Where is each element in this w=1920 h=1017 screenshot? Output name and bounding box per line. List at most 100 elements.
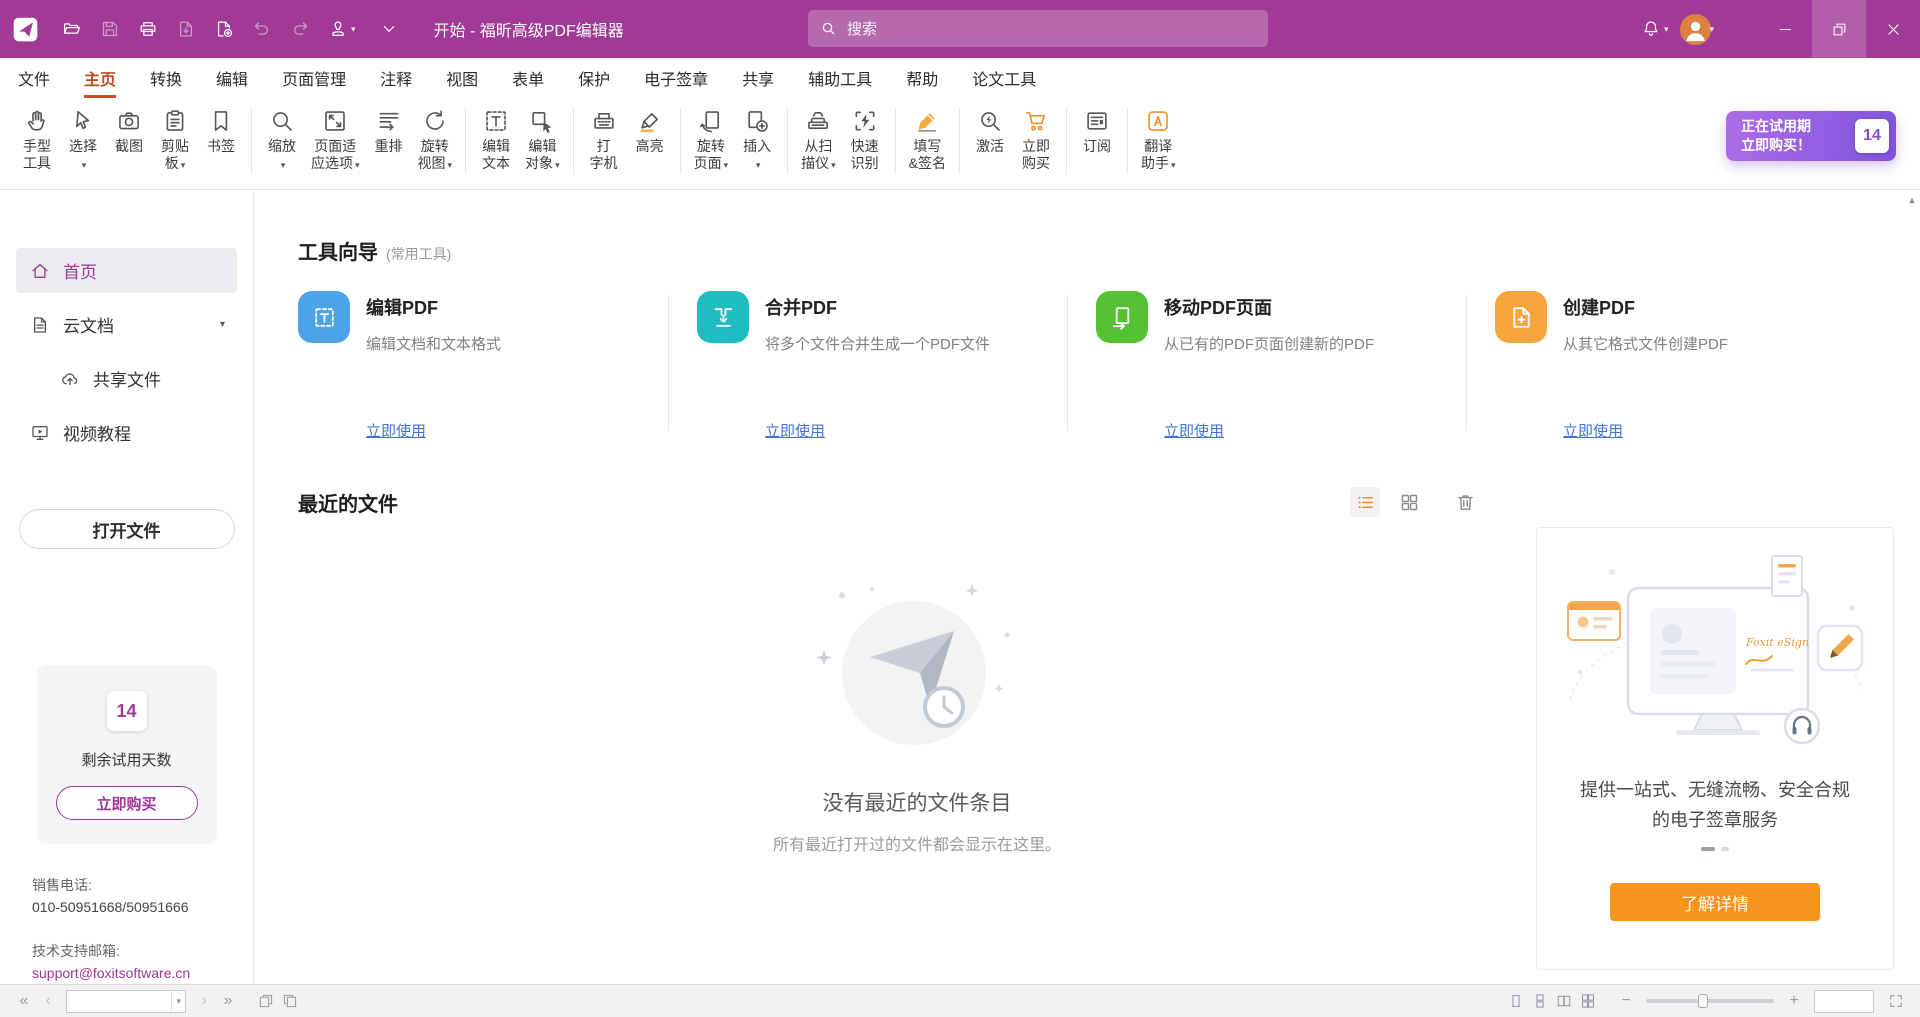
trial-buy-now-banner[interactable]: 正在试用期 立即购买！ 14: [1726, 111, 1896, 161]
undo-button[interactable]: [243, 9, 281, 49]
ribbon-hand-tool-button[interactable]: 手型 工具: [14, 106, 60, 174]
tab-help[interactable]: 帮助: [906, 58, 938, 98]
ribbon-highlight-button[interactable]: 高亮: [627, 106, 673, 157]
ribbon-typewriter-button[interactable]: 打 字机: [581, 106, 627, 174]
sidebar-item-shared-files[interactable]: 共享文件: [16, 356, 237, 401]
ribbon-buy-now-button[interactable]: 立即 购买: [1013, 106, 1059, 174]
clear-recent-button[interactable]: [1450, 487, 1480, 517]
tab-share[interactable]: 共享: [742, 58, 774, 98]
chevron-down-icon[interactable]: ▾: [351, 24, 356, 35]
ribbon-edit-object-button[interactable]: 编辑 对象▾: [519, 106, 566, 176]
esign-promo-panel: Foxit eSign: [1536, 527, 1894, 970]
fullscreen-button[interactable]: [1884, 989, 1908, 1013]
ribbon-zoom-button[interactable]: 缩放 ▾: [259, 106, 305, 176]
ribbon-separator: [895, 108, 896, 174]
print-toolbar-button[interactable]: [129, 9, 167, 49]
previous-view-button[interactable]: [254, 989, 278, 1013]
ribbon-insert-button[interactable]: 插入 ▾: [734, 106, 780, 176]
list-view-button[interactable]: [1350, 487, 1380, 517]
tab-view[interactable]: 视图: [446, 58, 478, 98]
minimize-button[interactable]: [1758, 0, 1812, 58]
export-toolbar-button[interactable]: [167, 9, 205, 49]
carousel-dot-active[interactable]: [1701, 847, 1715, 851]
tab-accessibility[interactable]: 辅助工具: [808, 58, 872, 98]
chevron-down-icon[interactable]: ▾: [1664, 24, 1669, 35]
next-page-button[interactable]: ›: [192, 989, 216, 1013]
tab-page-management[interactable]: 页面管理: [282, 58, 346, 98]
tab-protect[interactable]: 保护: [578, 58, 610, 98]
learn-more-button[interactable]: 了解详情: [1610, 883, 1820, 921]
first-page-button[interactable]: «: [12, 989, 36, 1013]
ribbon-reflow-button[interactable]: 重排: [366, 106, 412, 157]
use-now-link[interactable]: 立即使用: [366, 420, 426, 441]
grid-view-button[interactable]: [1394, 487, 1424, 517]
buy-now-button[interactable]: 立即购买: [56, 786, 198, 820]
tab-form[interactable]: 表单: [512, 58, 544, 98]
support-email-link[interactable]: support@foxitsoftware.cn: [32, 962, 253, 984]
zoom-out-button[interactable]: −: [1614, 989, 1638, 1013]
ribbon-rotate-view-button[interactable]: 旋转 视图▾: [412, 106, 459, 176]
vertical-scrollbar[interactable]: ▲: [1904, 190, 1920, 984]
save-toolbar-button[interactable]: [91, 9, 129, 49]
chevron-down-icon[interactable]: ▾: [1709, 24, 1714, 35]
zoom-in-button[interactable]: +: [1782, 989, 1806, 1013]
facing-view-button[interactable]: [1552, 989, 1576, 1013]
previous-page-button[interactable]: ‹: [36, 989, 60, 1013]
tab-comment[interactable]: 注释: [380, 58, 412, 98]
ribbon-edit-text-button[interactable]: 编辑 文本: [473, 106, 519, 174]
ribbon-collapse-button[interactable]: [370, 9, 408, 49]
redo-button[interactable]: [281, 9, 319, 49]
use-now-link[interactable]: 立即使用: [765, 420, 825, 441]
close-button[interactable]: [1866, 0, 1920, 58]
zoom-slider-thumb[interactable]: [1698, 994, 1708, 1008]
ribbon-activate-button[interactable]: 激活: [967, 106, 1013, 157]
use-now-link[interactable]: 立即使用: [1563, 420, 1623, 441]
ribbon-separator: [959, 108, 960, 174]
sidebar-item-home[interactable]: 首页: [16, 248, 237, 293]
single-page-view-button[interactable]: [1504, 989, 1528, 1013]
open-file-button[interactable]: 打开文件: [19, 509, 235, 549]
tool-card-edit-pdf[interactable]: 编辑PDF 编辑文档和文本格式 立即使用: [298, 291, 646, 441]
ribbon-select-button[interactable]: 选择 ▾: [60, 106, 106, 176]
tab-edit[interactable]: 编辑: [216, 58, 248, 98]
ribbon-rotate-pages-button[interactable]: 旋转 页面▾: [688, 106, 735, 176]
sidebar-item-cloud-docs[interactable]: 云文档 ▾: [16, 302, 237, 347]
ribbon-translate-assistant-button[interactable]: 翻译 助手▾: [1135, 106, 1182, 176]
zoom-percentage-input[interactable]: [1814, 990, 1874, 1013]
ribbon-bookmark-button[interactable]: 书签: [198, 106, 244, 157]
continuous-view-button[interactable]: [1528, 989, 1552, 1013]
tool-card-create-pdf[interactable]: 创建PDF 从其它格式文件创建PDF 立即使用: [1495, 291, 1843, 441]
use-now-link[interactable]: 立即使用: [1164, 420, 1224, 441]
ribbon-ocr-button[interactable]: 快速 识别: [842, 106, 888, 174]
ribbon-label: 选择: [69, 138, 97, 154]
facing-continuous-view-button[interactable]: [1576, 989, 1600, 1013]
ribbon-fill-sign-button[interactable]: 填写 &签名: [903, 106, 952, 174]
ribbon-snapshot-button[interactable]: 截图: [106, 106, 152, 157]
restore-button[interactable]: [1812, 0, 1866, 58]
next-view-button[interactable]: [278, 989, 302, 1013]
last-page-button[interactable]: »: [216, 989, 240, 1013]
page-number-input[interactable]: [67, 991, 171, 1012]
carousel-dot[interactable]: [1721, 847, 1729, 851]
tab-esign[interactable]: 电子签章: [644, 58, 708, 98]
user-avatar[interactable]: [1680, 14, 1711, 45]
tool-card-merge-pdf[interactable]: 合并PDF 将多个文件合并生成一个PDF文件 立即使用: [697, 291, 1045, 441]
tab-home[interactable]: 主页: [84, 58, 116, 98]
ribbon-subscribe-button[interactable]: 订阅: [1074, 106, 1120, 157]
doc-create-icon: [214, 19, 234, 39]
tool-card-move-pdf-pages[interactable]: 移动PDF页面 从已有的PDF页面创建新的PDF 立即使用: [1096, 291, 1444, 441]
chevron-down-icon[interactable]: ▾: [220, 319, 225, 330]
tab-paper-tools[interactable]: 论文工具: [972, 58, 1036, 98]
sidebar-item-video-tutorials[interactable]: 视频教程: [16, 410, 237, 455]
ribbon-clipboard-button[interactable]: 剪贴 板▾: [152, 106, 198, 176]
create-toolbar-button[interactable]: [205, 9, 243, 49]
open-file-toolbar-button[interactable]: [53, 9, 91, 49]
chevron-down-icon[interactable]: ▾: [171, 991, 185, 1012]
ribbon-scanner-button[interactable]: 从扫 描仪▾: [795, 106, 842, 176]
scroll-up-icon[interactable]: ▲: [1908, 195, 1917, 205]
search-box[interactable]: 搜索: [808, 10, 1268, 47]
zoom-slider[interactable]: [1646, 999, 1774, 1003]
tab-convert[interactable]: 转换: [150, 58, 182, 98]
tab-file[interactable]: 文件: [18, 58, 50, 98]
ribbon-fit-page-button[interactable]: 页面适 应选项▾: [305, 106, 366, 176]
